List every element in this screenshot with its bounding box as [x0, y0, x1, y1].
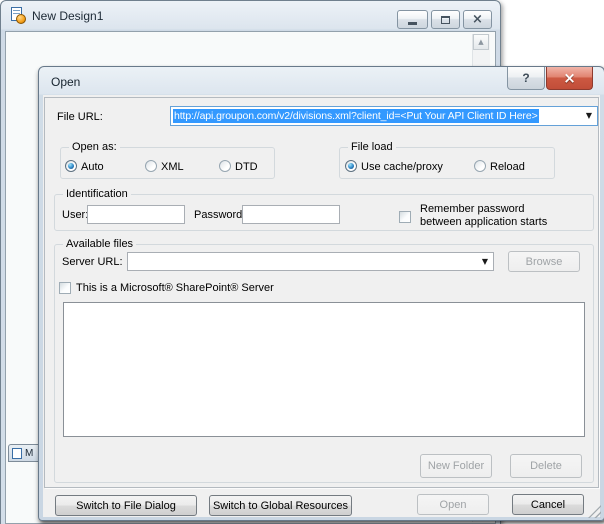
new-folder-button[interactable]: New Folder: [420, 454, 492, 478]
delete-button[interactable]: Delete: [510, 454, 582, 478]
server-url-text[interactable]: [130, 253, 473, 270]
sharepoint-checkbox[interactable]: [59, 282, 71, 294]
user-field[interactable]: [87, 205, 185, 224]
restore-icon: [441, 15, 450, 24]
radio-dtd[interactable]: [219, 160, 231, 172]
available-files-list[interactable]: [63, 302, 585, 437]
child-document-icon: [12, 447, 22, 459]
identification-legend: Identification: [63, 188, 131, 200]
server-url-combobox[interactable]: ▼: [127, 252, 494, 271]
switch-to-file-dialog-button[interactable]: Switch to File Dialog: [55, 495, 197, 516]
user-label: User:: [62, 209, 89, 221]
radio-auto[interactable]: [65, 160, 77, 172]
minimized-child-window[interactable]: M: [8, 444, 41, 462]
radio-use-cache-proxy[interactable]: [345, 160, 357, 172]
browse-button[interactable]: Browse: [508, 251, 580, 272]
minimize-button[interactable]: [397, 10, 428, 29]
help-icon: ?: [522, 71, 530, 85]
document-line: [13, 10, 20, 11]
remember-password-line2: between application starts: [420, 216, 548, 228]
radio-auto-label: Auto: [81, 161, 104, 173]
file-url-selected-text[interactable]: http://api.groupon.com/v2/divisions.xml?…: [173, 109, 539, 123]
dialog-title: Open: [51, 75, 81, 89]
radio-reload-label: Reload: [490, 161, 525, 173]
restore-button[interactable]: [431, 10, 460, 29]
cancel-button[interactable]: Cancel: [512, 494, 584, 515]
dialog-titlebar[interactable]: Open ? ×: [39, 67, 604, 95]
radio-reload[interactable]: [474, 160, 486, 172]
password-field[interactable]: [242, 205, 340, 224]
help-button[interactable]: ?: [507, 67, 545, 90]
open-as-legend: Open as:: [69, 141, 120, 153]
file-url-combobox[interactable]: http://api.groupon.com/v2/divisions.xml?…: [170, 106, 598, 126]
server-url-label: Server URL:: [62, 256, 123, 268]
combo-arrow-icon[interactable]: ▼: [482, 257, 488, 266]
remember-password-checkbox[interactable]: [399, 211, 411, 223]
remember-password-label: Remember password between application st…: [420, 203, 547, 229]
clock-shape: [16, 14, 26, 24]
minimized-child-title: M: [25, 447, 34, 459]
password-label: Password:: [194, 209, 246, 221]
dialog-close-button[interactable]: ×: [546, 67, 593, 90]
background-window-titlebar[interactable]: New Design1 ×: [1, 1, 500, 30]
available-files-legend: Available files: [63, 238, 137, 250]
combo-arrow-icon[interactable]: ▼: [586, 112, 592, 120]
close-icon: ×: [563, 68, 576, 87]
radio-use-cache-proxy-label: Use cache/proxy: [361, 161, 443, 173]
sharepoint-checkbox-label: This is a Microsoft® SharePoint® Server: [76, 282, 274, 294]
radio-xml[interactable]: [145, 160, 157, 172]
switch-to-global-resources-button[interactable]: Switch to Global Resources: [209, 495, 352, 516]
document-clock-icon: [10, 7, 28, 25]
scroll-up-icon: ▲: [478, 37, 484, 46]
minimize-icon: [408, 22, 417, 25]
file-load-legend: File load: [348, 141, 396, 153]
file-url-label: File URL:: [57, 111, 103, 123]
background-window-title: New Design1: [32, 9, 104, 23]
window-close-button[interactable]: ×: [463, 10, 492, 29]
file-url-text[interactable]: http://api.groupon.com/v2/divisions.xml?…: [173, 107, 577, 125]
radio-xml-label: XML: [161, 161, 184, 173]
dialog-face: File URL: http://api.groupon.com/v2/divi…: [43, 95, 600, 517]
open-button[interactable]: Open: [417, 494, 489, 515]
open-dialog: Open ? × File URL: http://api.groupon.co…: [38, 66, 604, 521]
scroll-up-button[interactable]: ▲: [473, 34, 489, 50]
radio-dtd-label: DTD: [235, 161, 258, 173]
content-panel: File URL: http://api.groupon.com/v2/divi…: [44, 97, 599, 488]
remember-password-line1: Remember password: [420, 203, 525, 215]
close-icon: ×: [472, 12, 483, 27]
screen: New Design1 × ▲ M Open ? × File URL: htt…: [0, 0, 604, 524]
